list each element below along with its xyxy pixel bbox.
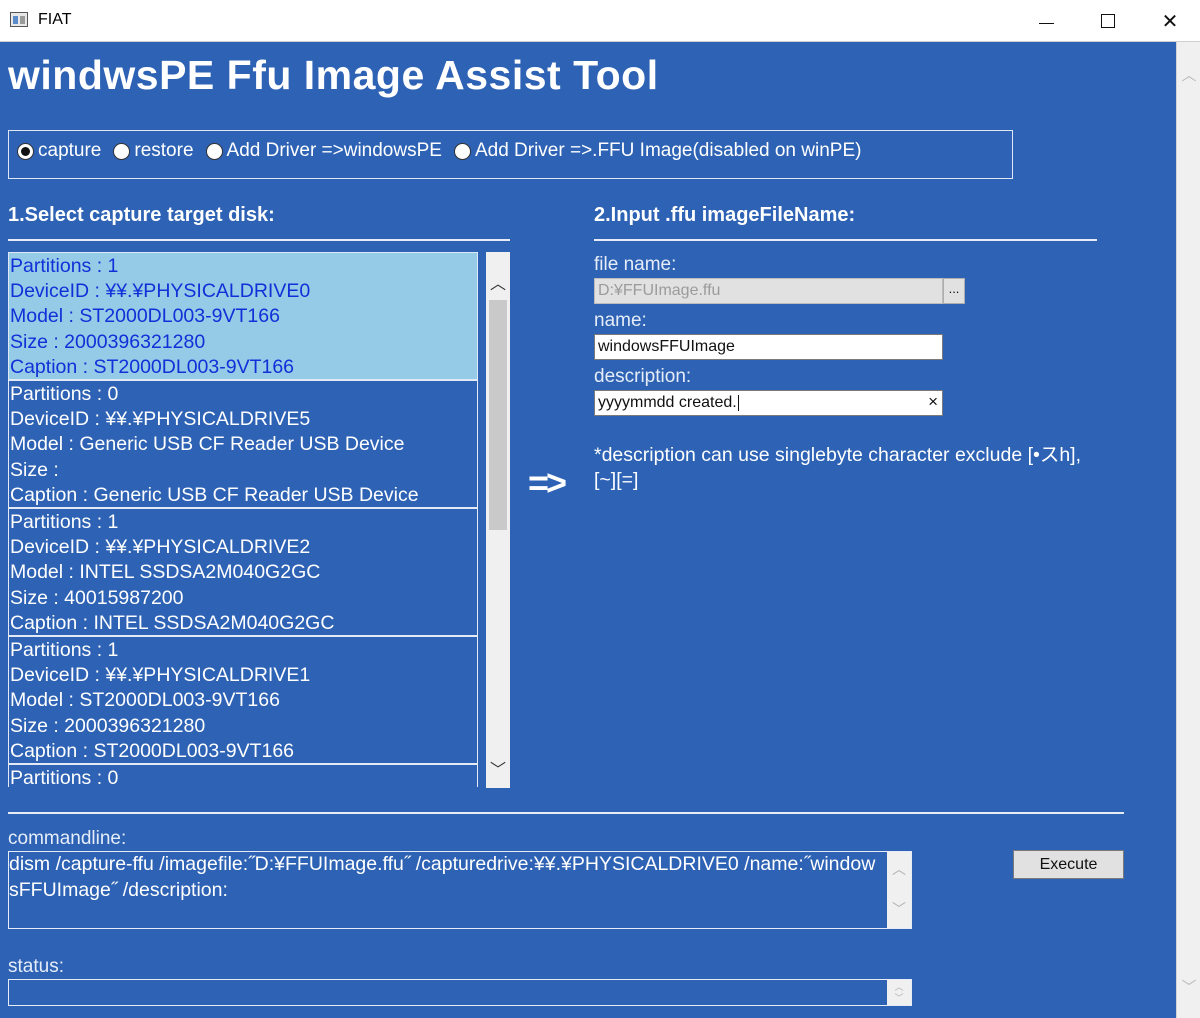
status-scroll-icon[interactable]: ︿ ﹀ [887, 980, 911, 1005]
disk-info-line: DeviceID : ¥¥.¥PHYSICALDRIVE5 [10, 408, 311, 431]
mode-radio-label: restore [134, 140, 194, 161]
commandline-scrollbar[interactable]: ︿ ﹀ [887, 852, 911, 928]
description-field[interactable]: yyyymmdd created. × [594, 390, 943, 416]
arrow-indicator: => [528, 462, 567, 503]
scroll-up-icon[interactable]: ︿ [1177, 62, 1200, 86]
app-title: windwsPE Ffu Image Assist Tool [8, 52, 659, 98]
mode-radio-3[interactable]: Add Driver =>.FFU Image(disabled on winP… [453, 140, 862, 162]
mode-selector: capture restore Add Driver =>windowsPE Add … [8, 130, 1013, 179]
disk-info-line: Partitions : 1 [10, 255, 119, 277]
disk-info-line: DeviceID : ¥¥.¥PHYSICALDRIVE0 [10, 280, 311, 303]
scroll-down-icon[interactable]: ﹀ [1177, 974, 1200, 998]
disk-info-line: Size : 2000396321280 [10, 330, 206, 353]
maximize-button[interactable] [1076, 0, 1140, 42]
scroll-down-icon[interactable]: ﹀ [486, 756, 510, 780]
disk-info-line: Model : INTEL SSDSA2M040G2GC [10, 561, 321, 584]
radio-button-icon[interactable] [453, 142, 471, 160]
disk-list-item[interactable]: Partitions : 0 [8, 764, 478, 787]
disk-list-item[interactable]: Partitions : 1 DeviceID : ¥¥.¥PHYSICALDRI… [8, 508, 478, 636]
browse-button[interactable]: ... [943, 278, 965, 304]
description-value: yyyymmdd created. [598, 394, 737, 411]
scroll-up-icon[interactable]: ︿ [486, 270, 510, 294]
name-field[interactable]: windowsFFUImage [594, 334, 943, 360]
scroll-down-icon[interactable]: ﹀ [887, 898, 911, 922]
disk-info-line: DeviceID : ¥¥.¥PHYSICALDRIVE1 [10, 664, 311, 687]
app-window-icon [10, 12, 28, 27]
close-button[interactable]: ✕ [1138, 0, 1200, 42]
disk-info-line: Size : 2000396321280 [10, 714, 206, 737]
disk-list-item[interactable]: Partitions : 0 DeviceID : ¥¥.¥PHYSICALDRI… [8, 380, 478, 508]
disk-info-line: Caption : Generic USB CF Reader USB Devi… [10, 483, 419, 506]
disk-info-line: Caption : ST2000DL003-9VT166 [10, 739, 295, 762]
description-note: *description can use singlebyte characte… [594, 444, 1082, 491]
disk-info-line: Model : ST2000DL003-9VT166 [10, 689, 280, 712]
disk-info-line: Partitions : 0 [10, 383, 119, 405]
mode-radio-2[interactable]: Add Driver =>windowsPE [205, 140, 442, 162]
status-box[interactable]: ︿ ﹀ [8, 979, 912, 1006]
mode-radio-label: capture [38, 140, 102, 161]
description-label: description: [594, 366, 692, 387]
disk-list-item[interactable]: Partitions : 1 DeviceID : ¥¥.¥PHYSICALDRI… [8, 636, 478, 764]
commandline-box[interactable]: dism /capture-ffu /imagefile:˝D:¥FFUImag… [8, 851, 912, 929]
title-bar: FIAT ✕ [0, 0, 1200, 42]
disk-info-line: Caption : ST2000DL003-9VT166 [10, 355, 295, 378]
disk-info-line: Model : Generic USB CF Reader USB Device [10, 433, 405, 456]
file-name-field: D:¥FFUImage.ffu [594, 278, 943, 304]
disk-list-item[interactable]: Partitions : 1 DeviceID : ¥¥.¥PHYSICALDRI… [8, 252, 478, 380]
commandline-label: commandline: [8, 828, 127, 849]
scroll-up-icon[interactable]: ︿ [887, 858, 911, 882]
disk-info-line: Model : ST2000DL003-9VT166 [10, 305, 280, 328]
disk-info-line: Partitions : 1 [10, 639, 119, 661]
execute-button[interactable]: Execute [1013, 850, 1124, 879]
main-panel: windwsPE Ffu Image Assist Tool capture re… [0, 42, 1176, 1018]
disk-info-line: Partitions : 1 [10, 511, 119, 533]
divider-bottom [8, 812, 1124, 814]
minimize-button[interactable] [1014, 0, 1078, 42]
disk-info-line: Size : 40015987200 [10, 586, 184, 609]
mode-radio-label: Add Driver =>windowsPE [226, 140, 442, 161]
window-scrollbar[interactable]: ︿ ﹀ [1176, 42, 1200, 1018]
maximize-icon [1101, 14, 1115, 28]
disk-info-line: Partitions : 0 [10, 767, 119, 787]
close-icon: ✕ [1161, 10, 1179, 33]
file-name-label: file name: [594, 254, 677, 275]
disk-list-scrollbar[interactable]: ︿ ﹀ [486, 252, 510, 788]
status-label: status: [8, 956, 64, 977]
scroll-thumb[interactable] [489, 300, 507, 530]
radio-button-icon[interactable] [113, 142, 131, 160]
disk-info-line: Caption : INTEL SSDSA2M040G2GC [10, 611, 335, 634]
divider-left [8, 239, 510, 241]
input-filename-label: 2.Input .ffu imageFileName: [594, 204, 856, 226]
disk-list[interactable]: Partitions : 1 DeviceID : ¥¥.¥PHYSICALDRI… [8, 252, 478, 787]
window-title: FIAT [38, 11, 72, 28]
disk-info-line: DeviceID : ¥¥.¥PHYSICALDRIVE2 [10, 536, 311, 559]
disk-info-line: Size : [10, 458, 59, 481]
mode-radio-label: Add Driver =>.FFU Image(disabled on winP… [474, 140, 862, 161]
commandline-text: dism /capture-ffu /imagefile:˝D:¥FFUImag… [9, 853, 876, 901]
mode-radio-group: capture restore Add Driver =>windowsPE Add … [17, 140, 873, 162]
minimize-icon [1038, 22, 1054, 24]
clear-icon[interactable]: × [928, 392, 938, 412]
divider-right [594, 239, 1097, 241]
mode-radio-0[interactable]: capture [17, 140, 101, 162]
name-label: name: [594, 310, 647, 331]
radio-button-icon[interactable] [17, 142, 34, 160]
select-disk-label: 1.Select capture target disk: [8, 204, 275, 226]
mode-radio-1[interactable]: restore [113, 140, 194, 162]
radio-button-icon[interactable] [205, 142, 223, 160]
text-caret [737, 394, 739, 411]
